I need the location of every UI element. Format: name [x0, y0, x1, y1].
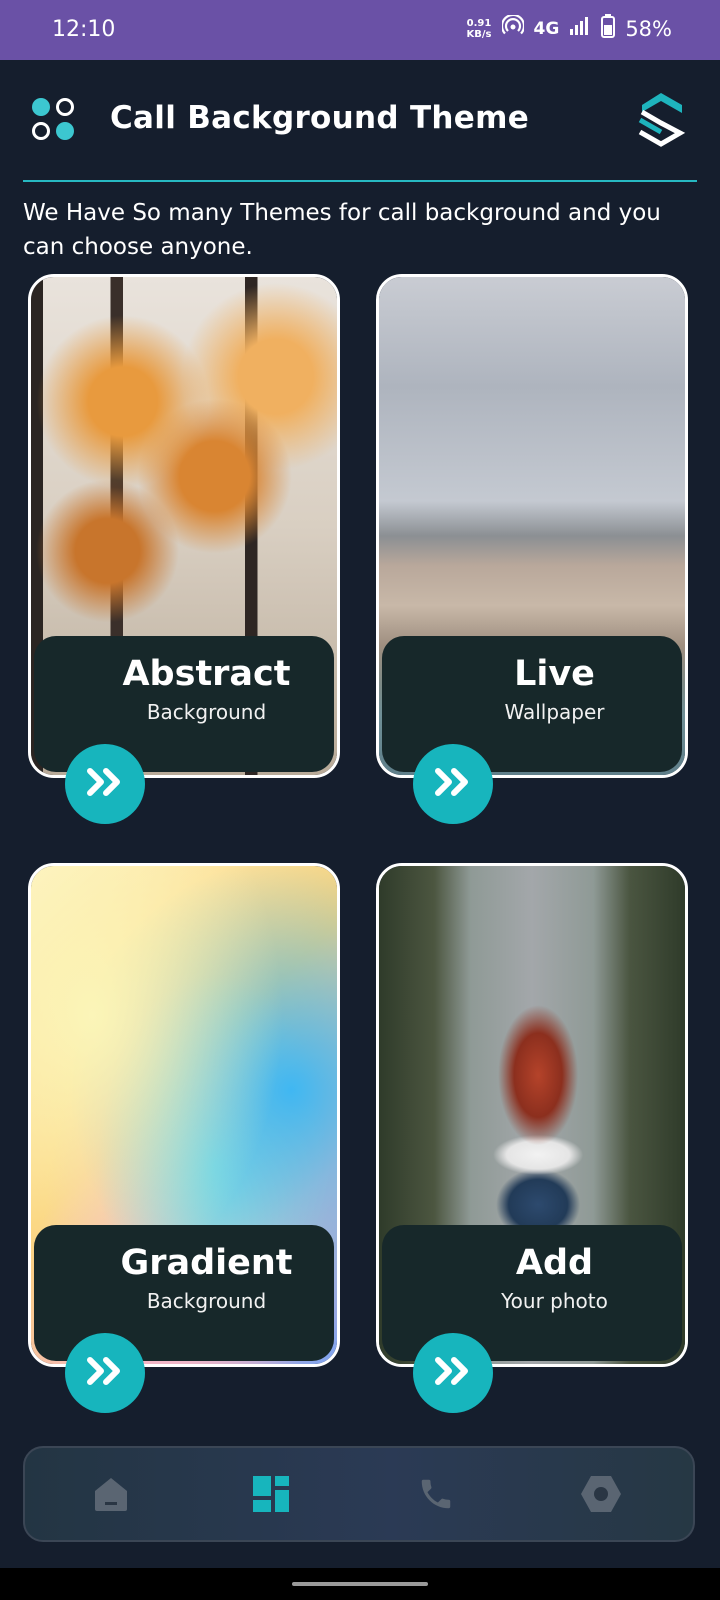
card-subtitle: Background: [146, 1289, 267, 1313]
page-subtitle: We Have So many Themes for call backgrou…: [23, 200, 661, 260]
net-speed-unit: KB/s: [466, 28, 492, 40]
page-title: Call Background Theme: [110, 100, 530, 136]
nav-themes[interactable]: [245, 1470, 297, 1522]
network-type: 4G: [533, 18, 560, 39]
add-photo-go-button[interactable]: [413, 1333, 493, 1413]
card-label-panel: Add Your photo: [382, 1225, 682, 1361]
header-divider: [23, 180, 697, 182]
card-label-panel: Gradient Background: [34, 1225, 334, 1361]
card-title: Abstract: [122, 654, 291, 694]
app-header: Call Background Theme: [0, 60, 720, 180]
dashboard-icon: [251, 1474, 291, 1518]
card-add-your-photo[interactable]: Add Your photo: [376, 863, 688, 1367]
card-subtitle: Background: [146, 700, 267, 724]
battery-percent: 58%: [625, 16, 672, 41]
nav-settings[interactable]: [575, 1470, 627, 1522]
card-title: Live: [514, 654, 595, 694]
brand-logo-icon[interactable]: [634, 90, 688, 148]
net-speed-value: 0.91: [466, 17, 492, 29]
status-bar: 12:10 0.91 KB/s 4G 58%: [0, 0, 720, 60]
battery-icon: [601, 14, 616, 43]
card-title: Gradient: [120, 1243, 293, 1283]
gradient-go-button[interactable]: [65, 1333, 145, 1413]
home-icon: [91, 1475, 131, 1517]
signal-icon: [569, 15, 591, 42]
double-chevron-right-icon: [434, 1357, 472, 1389]
hotspot-icon: [500, 13, 525, 42]
nav-home[interactable]: [85, 1470, 137, 1522]
card-label-panel: Live Wallpaper: [382, 636, 682, 772]
card-gradient-background[interactable]: Gradient Background: [28, 863, 340, 1367]
phone-icon: [417, 1475, 455, 1517]
card-title: Add: [515, 1243, 594, 1283]
double-chevron-right-icon: [86, 768, 124, 800]
settings-icon: [579, 1474, 623, 1518]
double-chevron-right-icon: [86, 1357, 124, 1389]
card-subtitle: Wallpaper: [504, 700, 605, 724]
net-speed: 0.91 KB/s: [467, 18, 492, 40]
card-label-panel: Abstract Background: [34, 636, 334, 772]
nav-calls[interactable]: [410, 1470, 462, 1522]
app-grid-icon[interactable]: [32, 98, 78, 144]
bottom-navigation: [23, 1446, 695, 1542]
double-chevron-right-icon: [434, 768, 472, 800]
status-time: 12:10: [52, 17, 116, 42]
abstract-go-button[interactable]: [65, 744, 145, 824]
live-go-button[interactable]: [413, 744, 493, 824]
card-live-wallpaper[interactable]: Live Wallpaper: [376, 274, 688, 778]
home-indicator[interactable]: [292, 1582, 428, 1586]
card-subtitle: Your photo: [501, 1289, 608, 1313]
card-abstract-background[interactable]: Abstract Background: [28, 274, 340, 778]
gesture-bar: [0, 1568, 720, 1600]
